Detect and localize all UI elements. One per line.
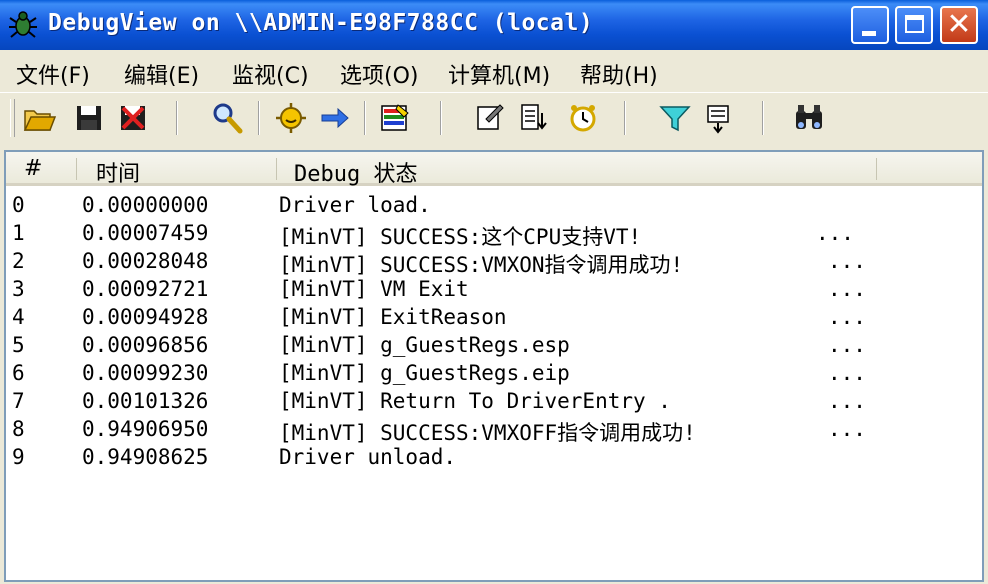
- row-overflow: ...: [828, 389, 866, 413]
- menu-help[interactable]: 帮助(H): [580, 58, 658, 90]
- row-number: 0: [12, 193, 25, 217]
- menu-bar: 文件(F) 编辑(E) 监视(C) 选项(O) 计算机(M) 帮助(H): [0, 50, 988, 92]
- row-message: [MinVT] Return To DriverEntry .: [279, 389, 671, 413]
- row-time: 0.00028048: [82, 249, 209, 273]
- menu-capture[interactable]: 监视(C): [232, 58, 309, 90]
- list-rows: 0 0.00000000 Driver load. 1 0.00007459 [Min…: [6, 192, 982, 472]
- row-message: [MinVT] g_GuestRegs.eip: [279, 361, 570, 385]
- open-icon[interactable]: [22, 101, 56, 135]
- row-number: 9: [12, 445, 25, 469]
- row-message: [MinVT] VM Exit: [279, 277, 469, 301]
- column-divider[interactable]: [876, 158, 877, 180]
- filter-icon[interactable]: [658, 101, 692, 135]
- table-row[interactable]: 9 0.94908625 Driver unload.: [6, 444, 982, 472]
- clear-icon[interactable]: [116, 101, 150, 135]
- autoscroll-icon[interactable]: [318, 101, 352, 135]
- row-overflow: ...: [828, 305, 866, 329]
- save-icon[interactable]: [72, 101, 106, 135]
- window-title: DebugView on \\ADMIN-E98F788CC (local): [48, 10, 594, 36]
- row-time: 0.00101326: [82, 389, 209, 413]
- row-time: 0.94908625: [82, 445, 209, 469]
- toolbar-separator: [364, 101, 366, 135]
- row-overflow: ...: [828, 277, 866, 301]
- find-icon[interactable]: [210, 101, 244, 135]
- table-row[interactable]: 7 0.00101326 [MinVT] Return To DriverEntr…: [6, 388, 982, 416]
- table-row[interactable]: 5 0.00096856 [MinVT] g_GuestRegs.esp...: [6, 332, 982, 360]
- title-bar[interactable]: DebugView on \\ADMIN-E98F788CC (local) ✕: [0, 0, 988, 50]
- debugview-bug-icon: [9, 11, 37, 38]
- row-overflow: ...: [828, 249, 866, 273]
- toolbar: [0, 92, 988, 145]
- debug-output-list[interactable]: # 时间 Debug 状态 0 0.00000000 Driver load. 10…: [4, 150, 984, 582]
- row-message: [MinVT] SUCCESS:这个CPU支持VT!: [279, 225, 642, 249]
- menu-file[interactable]: 文件(F): [16, 58, 90, 90]
- row-overflow: ...: [828, 361, 866, 385]
- table-row[interactable]: 2 0.00028048 [MinVT] SUCCESS:VMXON指令调用成功!…: [6, 248, 982, 277]
- row-time: 0.00096856: [82, 333, 209, 357]
- close-button[interactable]: ✕: [940, 6, 978, 44]
- highlight-icon[interactable]: [378, 101, 412, 135]
- table-row[interactable]: 4 0.00094928 [MinVT] ExitReason...: [6, 304, 982, 332]
- toolbar-separator: [762, 101, 764, 135]
- row-time: 0.00092721: [82, 277, 209, 301]
- row-time: 0.94906950: [82, 417, 209, 441]
- row-message: Driver load.: [279, 193, 431, 217]
- table-row[interactable]: 1 0.00007459 [MinVT] SUCCESS:这个CPU支持VT!..…: [6, 220, 982, 249]
- row-message: [MinVT] SUCCESS:VMXOFF指令调用成功!: [279, 421, 696, 445]
- toolbar-separator: [440, 101, 442, 135]
- binoculars-icon[interactable]: [792, 101, 826, 135]
- close-icon: ✕: [946, 7, 972, 42]
- row-time: 0.00099230: [82, 361, 209, 385]
- column-header-debug-status[interactable]: Debug 状态: [294, 156, 417, 188]
- column-header-time[interactable]: 时间: [96, 156, 140, 188]
- debugview-window: DebugView on \\ADMIN-E98F788CC (local) ✕…: [0, 0, 988, 584]
- column-divider[interactable]: [276, 158, 277, 180]
- minimize-button[interactable]: [851, 6, 889, 44]
- row-message: Driver unload.: [279, 445, 457, 469]
- maximize-button[interactable]: [895, 6, 933, 44]
- table-row[interactable]: 8 0.94906950 [MinVT] SUCCESS:VMXOFF指令调用成功…: [6, 416, 982, 445]
- menu-edit[interactable]: 编辑(E): [124, 58, 199, 90]
- column-divider[interactable]: [76, 158, 77, 180]
- toolbar-separator: [624, 101, 626, 135]
- row-time: 0.00000000: [82, 193, 209, 217]
- history-icon[interactable]: [702, 101, 736, 135]
- row-message: [MinVT] SUCCESS:VMXON指令调用成功!: [279, 253, 684, 277]
- row-message: [MinVT] ExitReason: [279, 305, 507, 329]
- list-header: # 时间 Debug 状态: [6, 152, 982, 188]
- row-time: 0.00094928: [82, 305, 209, 329]
- maximize-icon: [905, 15, 924, 33]
- properties-icon[interactable]: [472, 101, 506, 135]
- toolbar-separator: [176, 101, 178, 135]
- row-message: [MinVT] g_GuestRegs.esp: [279, 333, 570, 357]
- table-row[interactable]: 0 0.00000000 Driver load.: [6, 192, 982, 220]
- row-number: 1: [12, 221, 25, 245]
- row-overflow: ...: [816, 221, 854, 245]
- row-number: 6: [12, 361, 25, 385]
- capture-icon[interactable]: [274, 101, 308, 135]
- log-to-file-icon[interactable]: [516, 101, 550, 135]
- row-number: 8: [12, 417, 25, 441]
- column-header-number[interactable]: #: [24, 156, 42, 181]
- row-overflow: ...: [828, 333, 866, 357]
- minimize-icon: [862, 31, 876, 36]
- row-time: 0.00007459: [82, 221, 209, 245]
- toolbar-separator: [258, 101, 260, 135]
- row-number: 4: [12, 305, 25, 329]
- table-row[interactable]: 3 0.00092721 [MinVT] VM Exit...: [6, 276, 982, 304]
- toolbar-grip[interactable]: [10, 99, 15, 137]
- clock-icon[interactable]: [566, 101, 600, 135]
- row-number: 7: [12, 389, 25, 413]
- row-number: 3: [12, 277, 25, 301]
- table-row[interactable]: 6 0.00099230 [MinVT] g_GuestRegs.eip...: [6, 360, 982, 388]
- menu-options[interactable]: 选项(O): [340, 58, 418, 90]
- row-number: 5: [12, 333, 25, 357]
- menu-computer[interactable]: 计算机(M): [448, 58, 550, 90]
- row-number: 2: [12, 249, 25, 273]
- row-overflow: ...: [828, 417, 866, 441]
